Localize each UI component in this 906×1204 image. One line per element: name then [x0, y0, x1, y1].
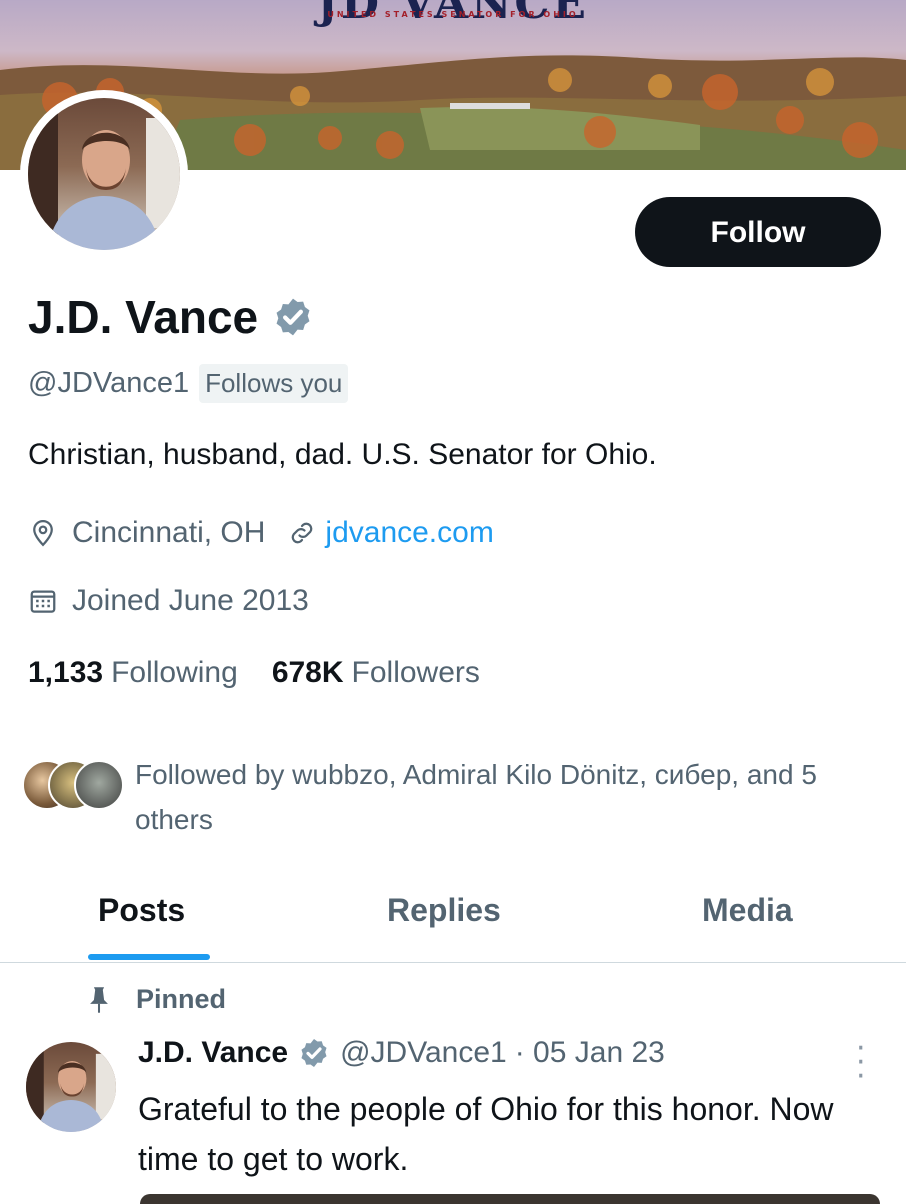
tab-posts[interactable]: Posts [98, 892, 185, 929]
calendar-icon [30, 590, 56, 613]
profile-tabs: Posts Replies Media [0, 870, 906, 963]
profile-joined-date: Joined June 2013 [72, 584, 309, 617]
following-count: 1,133 [28, 656, 104, 689]
banner-subtitle: UNITED STATES SENATOR FOR OHIO [327, 10, 579, 19]
profile-handle-row: @JDVance1 Follows you [28, 364, 349, 403]
profile-meta-joined: Joined June 2013 [28, 584, 309, 618]
followers-stat[interactable]: 678K Followers [272, 656, 480, 690]
link-icon [292, 522, 313, 544]
followed-by-avatars [22, 752, 127, 812]
followers-label: Followers [351, 656, 480, 689]
profile-bio: Christian, husband, dad. U.S. Senator fo… [28, 438, 657, 471]
post-author-avatar[interactable] [26, 1042, 116, 1132]
profile-stats: 1,133 Following 678K Followers [28, 656, 480, 690]
post-author-name[interactable]: J.D. Vance [138, 1036, 288, 1070]
tab-replies[interactable]: Replies [387, 892, 501, 929]
post-media-preview[interactable] [140, 1194, 880, 1204]
profile-location: Cincinnati, OH [72, 516, 266, 549]
followers-count: 678K [271, 656, 344, 689]
pinned-label: Pinned [136, 984, 227, 1014]
profile-meta-location-website: Cincinnati, OH jdvance.com [28, 516, 494, 550]
post-header: J.D. Vance @JDVance1 · 05 Jan 23 [138, 1036, 665, 1070]
follow-button[interactable]: Follow [635, 197, 881, 267]
profile-avatar[interactable] [20, 90, 188, 258]
more-vertical-icon[interactable]: · · · [856, 1034, 866, 1092]
follows-you-badge: Follows you [199, 364, 349, 403]
post-date[interactable]: · 05 Jan 23 [515, 1036, 665, 1070]
followed-by-text: Followed by wubbzo, Admiral Kilo Dönitz,… [135, 759, 817, 835]
following-stat[interactable]: 1,133 Following [28, 656, 238, 690]
location-pin-icon [33, 519, 53, 547]
post-text: Grateful to the people of Ohio for this … [138, 1091, 834, 1177]
avatar-photo [28, 98, 180, 250]
profile-website-link[interactable]: jdvance.com [325, 516, 493, 550]
pinned-indicator: Pinned [88, 984, 226, 1015]
verified-badge-icon [301, 1039, 327, 1067]
tab-media[interactable]: Media [702, 892, 793, 929]
profile-name-row: J.D. Vance [28, 290, 314, 344]
profile-handle: @JDVance1 [28, 367, 190, 399]
profile-name: J.D. Vance [28, 291, 259, 343]
active-tab-indicator [88, 954, 210, 960]
following-label: Following [111, 656, 238, 689]
follower-avatar [74, 760, 124, 810]
pin-icon [90, 986, 108, 1013]
verified-badge-icon[interactable] [272, 296, 314, 338]
post-author-handle[interactable]: @JDVance1 [340, 1036, 507, 1070]
followed-by-section[interactable]: Followed by wubbzo, Admiral Kilo Dönitz,… [22, 752, 895, 842]
